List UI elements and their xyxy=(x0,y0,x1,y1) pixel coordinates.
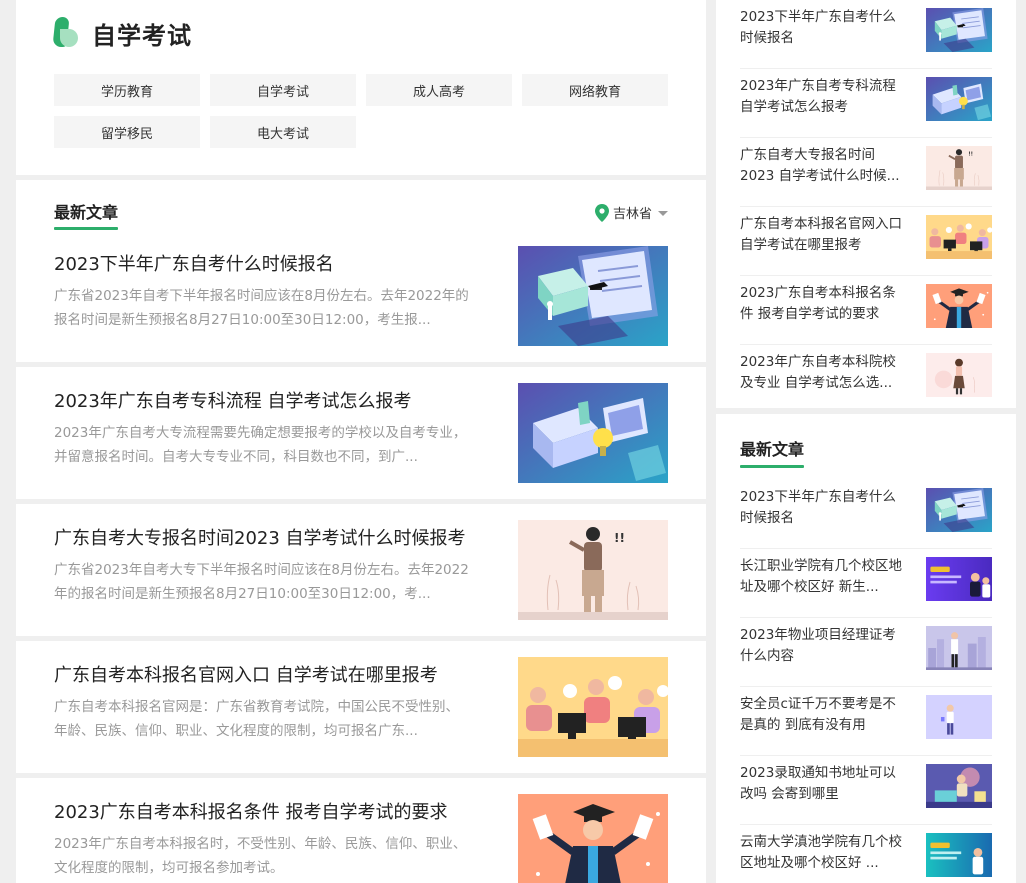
section-header: 最新文章 吉林省 xyxy=(54,180,668,230)
sidebar-list-item[interactable]: 安全员c证千万不要考是不是真的 到底有没有用 xyxy=(740,687,992,756)
article-title[interactable]: 2023下半年广东自考什么时候报名 xyxy=(54,250,334,276)
article-item[interactable]: 广东自考本科报名官网入口 自学考试在哪里报考 广东自考本科报名官网是：广东省教育… xyxy=(54,657,668,757)
section-header: 最新文章 xyxy=(740,414,992,470)
sidebar-item-thumbnail[interactable] xyxy=(926,8,992,52)
sidebar-list-item[interactable]: 2023年广东自考本科院校及专业 自学考试怎么选... xyxy=(740,345,992,414)
article-title[interactable]: 广东自考本科报名官网入口 自学考试在哪里报考 xyxy=(54,661,438,687)
leaf-logo-icon xyxy=(52,17,80,49)
sidebar-item-title[interactable]: 安全员c证千万不要考是不是真的 到底有没有用 xyxy=(740,694,904,736)
sidebar-item-thumbnail[interactable] xyxy=(926,284,992,328)
svg-text:!!: !! xyxy=(614,531,625,545)
latest-section: 最新文章 吉林省 2023下半年广东自考什么时候报名 广东省2023年自考下半年… xyxy=(16,180,706,362)
main-column: 自学考试 学历教育 自学考试 成人高考 网络教育 留学移民 电大考试 最新文章 … xyxy=(16,0,706,883)
article-thumbnail[interactable] xyxy=(518,794,668,883)
sidebar: 2023下半年广东自考什么时候报名 2023年广东自考专科流程 自学考试怎么报考 xyxy=(716,0,1016,883)
section-title: 最新文章 xyxy=(740,440,805,459)
sidebar-list-item[interactable]: 2023广东自考本科报名条件 报考自学考试的要求 xyxy=(740,276,992,345)
article-item[interactable]: 广东自考大专报名时间2023 自学考试什么时候报考 广东省2023年自考大专下半… xyxy=(54,520,668,620)
article-title[interactable]: 广东自考大专报名时间2023 自学考试什么时候报考 xyxy=(54,524,466,550)
caret-down-icon xyxy=(658,211,668,216)
sidebar-list-item[interactable]: 广东自考本科报名官网入口 自学考试在哪里报考 xyxy=(740,207,992,276)
category-card: 自学考试 学历教育 自学考试 成人高考 网络教育 留学移民 电大考试 xyxy=(16,0,706,175)
sidebar-item-title[interactable]: 2023录取通知书地址可以改吗 会寄到哪里 xyxy=(740,763,904,805)
sidebar-list-item[interactable]: 广东自考大专报名时间2023 自学考试什么时候... !! xyxy=(740,138,992,207)
tag-dianda[interactable]: 电大考试 xyxy=(210,116,356,148)
article-desc: 广东省2023年自考大专下半年报名时间应该在8月份左右。去年2022年的报名时间… xyxy=(54,562,469,602)
category-tags: 学历教育 自学考试 成人高考 网络教育 留学移民 电大考试 xyxy=(54,74,668,148)
sidebar-list-item[interactable]: 2023录取通知书地址可以改吗 会寄到哪里 xyxy=(740,756,992,825)
article-title[interactable]: 2023年广东自考专科流程 自学考试怎么报考 xyxy=(54,387,412,413)
tag-xueli[interactable]: 学历教育 xyxy=(54,74,200,106)
article-desc: 广东省2023年自考下半年报名时间应该在8月份左右。去年2022年的报名时间是新… xyxy=(54,288,469,328)
sidebar-item-title[interactable]: 2023年广东自考专科流程 自学考试怎么报考 xyxy=(740,76,904,118)
sidebar-item-title[interactable]: 2023下半年广东自考什么时候报名 xyxy=(740,487,904,529)
article-item[interactable]: 2023年广东自考专科流程 自学考试怎么报考 2023年广东自考大专流程需要先确… xyxy=(54,383,668,483)
sidebar-latest-card: 最新文章 2023下半年广东自考什么时候报名 长江职业学院有几个校区地址及哪个校… xyxy=(716,414,1016,883)
article-item[interactable]: 2023下半年广东自考什么时候报名 广东省2023年自考下半年报名时间应该在8月… xyxy=(54,246,668,346)
sidebar-item-title[interactable]: 广东自考本科报名官网入口 自学考试在哪里报考 xyxy=(740,214,904,256)
sidebar-item-thumbnail[interactable] xyxy=(926,215,992,259)
section-underline xyxy=(740,465,804,468)
sidebar-item-thumbnail[interactable]: !! xyxy=(926,146,992,190)
sidebar-item-title[interactable]: 2023年物业项目经理证考什么内容 xyxy=(740,625,904,667)
sidebar-item-thumbnail[interactable] xyxy=(926,626,992,670)
sidebar-item-thumbnail[interactable] xyxy=(926,764,992,808)
sidebar-item-thumbnail[interactable] xyxy=(926,695,992,739)
sidebar-item-title[interactable]: 长江职业学院有几个校区地址及哪个校区好 新生... xyxy=(740,556,904,598)
sidebar-item-title[interactable]: 2023年广东自考本科院校及专业 自学考试怎么选... xyxy=(740,352,904,394)
sidebar-list-item[interactable]: 2023年广东自考专科流程 自学考试怎么报考 xyxy=(740,69,992,138)
sidebar-item-thumbnail[interactable] xyxy=(926,77,992,121)
sidebar-item-title[interactable]: 广东自考大专报名时间2023 自学考试什么时候... xyxy=(740,145,904,187)
article-thumbnail[interactable] xyxy=(518,383,668,483)
location-pin-icon xyxy=(594,203,609,222)
sidebar-list-item[interactable]: 2023下半年广东自考什么时候报名 xyxy=(740,480,992,549)
article-thumbnail[interactable]: !! xyxy=(518,520,668,620)
article-desc: 2023年广东自考本科报名时，不受性别、年龄、民族、信仰、职业、文化程度的限制，… xyxy=(54,836,467,876)
article-card: 2023广东自考本科报名条件 报考自学考试的要求 2023年广东自考本科报名时，… xyxy=(16,778,706,883)
sidebar-list-item[interactable]: 云南大学滇池学院有几个校区地址及哪个校区好 ... xyxy=(740,825,992,883)
svg-text:!!: !! xyxy=(968,152,973,158)
province-label: 吉林省 xyxy=(612,207,652,222)
sidebar-item-thumbnail[interactable] xyxy=(926,488,992,532)
section-title: 最新文章 xyxy=(54,203,119,222)
sidebar-item-thumbnail[interactable] xyxy=(926,833,992,877)
page-title: 自学考试 xyxy=(92,21,192,50)
sidebar-item-title[interactable]: 云南大学滇池学院有几个校区地址及哪个校区好 ... xyxy=(740,832,904,874)
article-card: 广东自考大专报名时间2023 自学考试什么时候报考 广东省2023年自考大专下半… xyxy=(16,504,706,636)
sidebar-list-item[interactable]: 2023年物业项目经理证考什么内容 xyxy=(740,618,992,687)
article-thumbnail[interactable] xyxy=(518,246,668,346)
sidebar-item-title[interactable]: 2023广东自考本科报名条件 报考自学考试的要求 xyxy=(740,283,904,325)
article-title[interactable]: 2023广东自考本科报名条件 报考自学考试的要求 xyxy=(54,798,448,824)
section-underline xyxy=(54,227,118,230)
article-card: 2023年广东自考专科流程 自学考试怎么报考 2023年广东自考大专流程需要先确… xyxy=(16,367,706,499)
sidebar-item-thumbnail[interactable] xyxy=(926,557,992,601)
sidebar-list-card: 2023下半年广东自考什么时候报名 2023年广东自考专科流程 自学考试怎么报考 xyxy=(716,0,1016,408)
tag-wangluo[interactable]: 网络教育 xyxy=(522,74,668,106)
sidebar-item-thumbnail[interactable] xyxy=(926,353,992,397)
tag-liuxue[interactable]: 留学移民 xyxy=(54,116,200,148)
sidebar-latest-list: 2023下半年广东自考什么时候报名 长江职业学院有几个校区地址及哪个校区好 新生… xyxy=(740,480,992,883)
article-item[interactable]: 2023广东自考本科报名条件 报考自学考试的要求 2023年广东自考本科报名时，… xyxy=(54,794,668,883)
sidebar-list-item[interactable]: 长江职业学院有几个校区地址及哪个校区好 新生... xyxy=(740,549,992,618)
article-thumbnail[interactable] xyxy=(518,657,668,757)
tag-chengren[interactable]: 成人高考 xyxy=(366,74,512,106)
article-desc: 广东自考本科报名官网是：广东省教育考试院，中国公民不受性别、年龄、民族、信仰、职… xyxy=(54,699,459,739)
province-selector[interactable]: 吉林省 xyxy=(594,203,668,222)
category-header: 自学考试 xyxy=(52,16,668,50)
sidebar-list-item[interactable]: 2023下半年广东自考什么时候报名 xyxy=(740,0,992,69)
article-desc: 2023年广东自考大专流程需要先确定想要报考的学校以及自考专业，并留意报名时间。… xyxy=(54,425,467,465)
tag-zixue[interactable]: 自学考试 xyxy=(210,74,356,106)
article-card: 广东自考本科报名官网入口 自学考试在哪里报考 广东自考本科报名官网是：广东省教育… xyxy=(16,641,706,773)
sidebar-item-title[interactable]: 2023下半年广东自考什么时候报名 xyxy=(740,7,904,49)
